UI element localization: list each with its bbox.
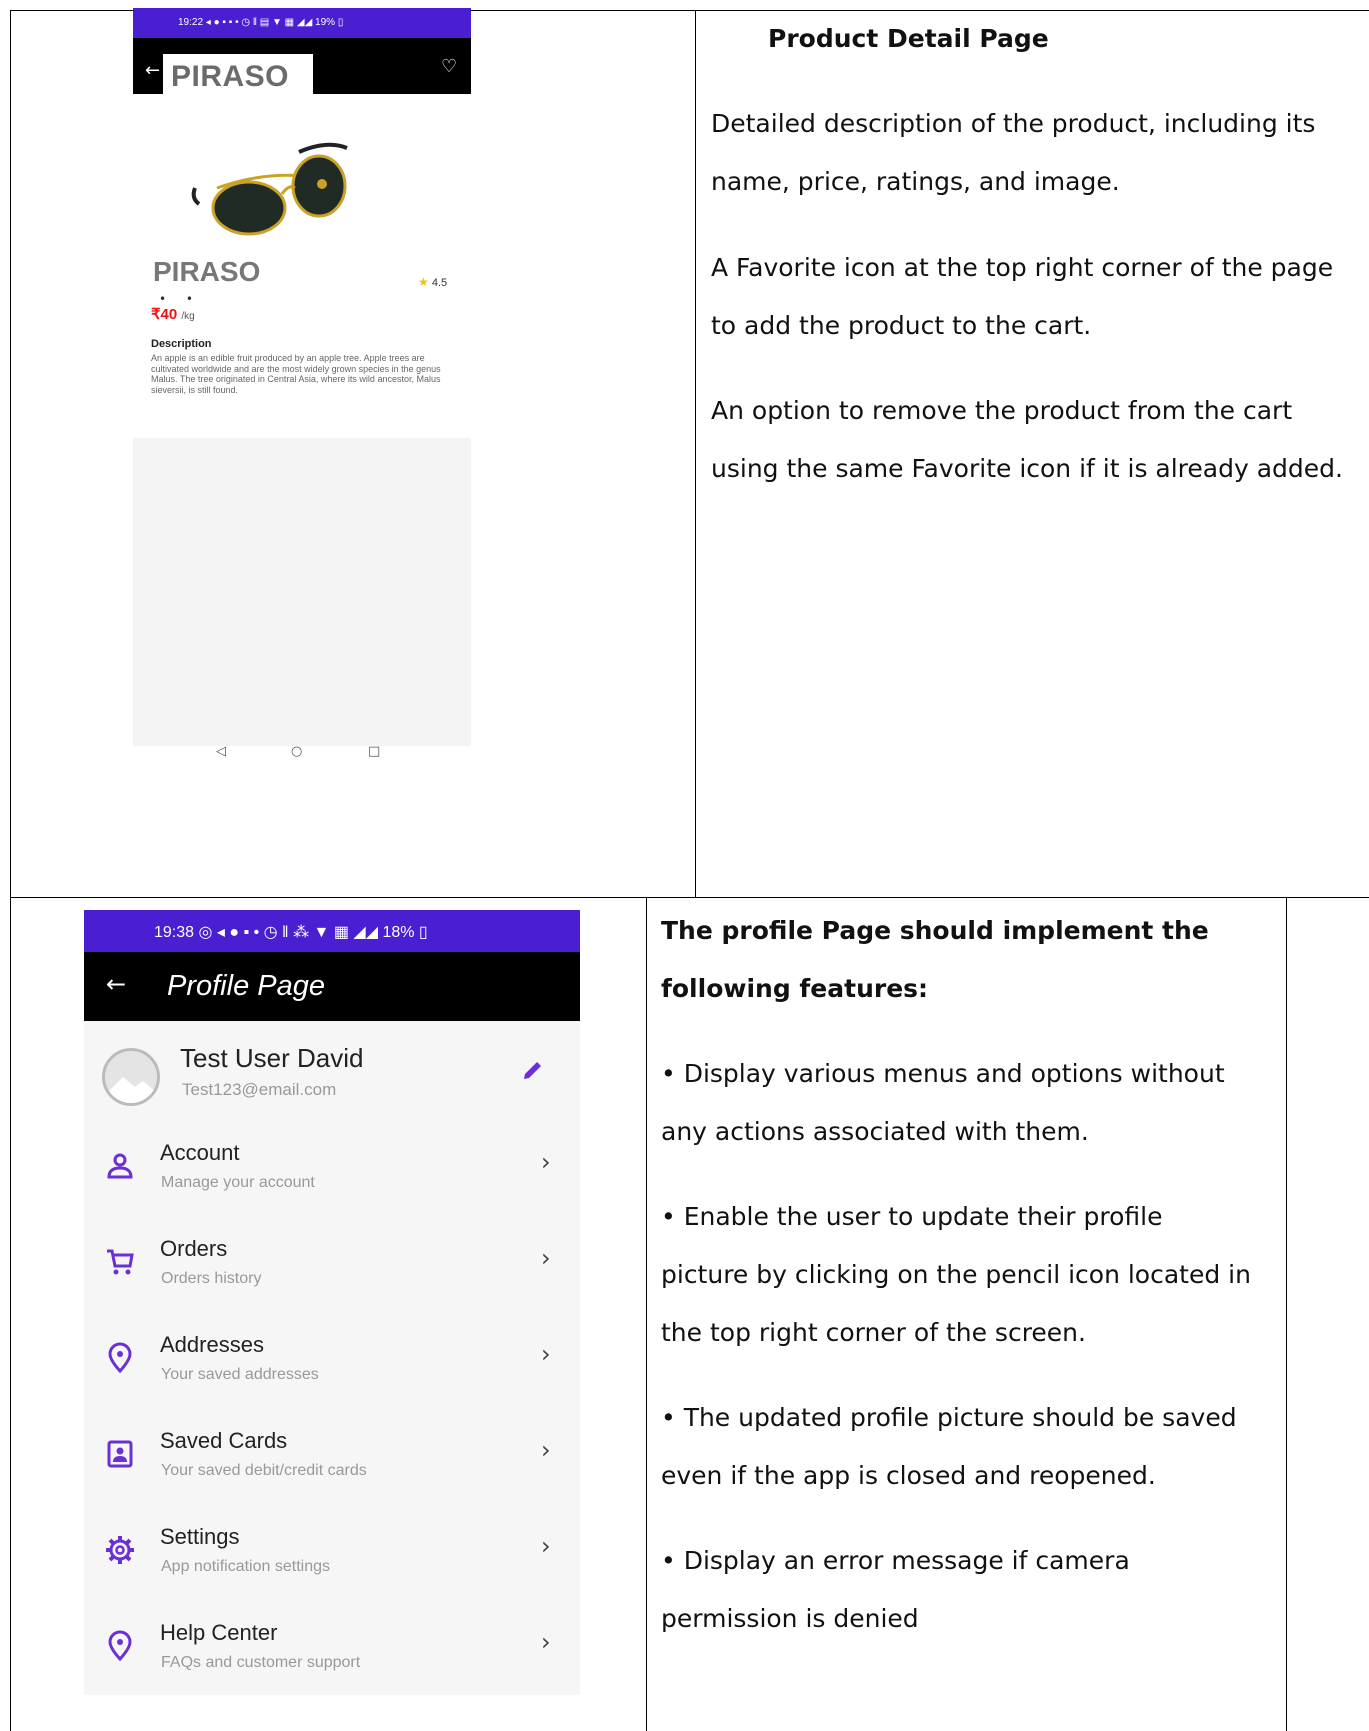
temple-left <box>191 187 201 206</box>
rating-value: 4.5 <box>431 277 448 289</box>
lens-left <box>211 180 287 236</box>
location-pin-icon <box>108 1630 132 1662</box>
status-bar: 19:22 ◂ ● ▪ ▪ • ◷ ‖ ▤ ▼ ▦ ◢◢ 19% ▯ <box>133 8 471 38</box>
menu-sublabel: App notification settings <box>161 1558 330 1575</box>
price-value: ₹40 <box>151 306 178 323</box>
menu-sublabel: Manage your account <box>161 1174 315 1191</box>
top-text-line-3: A Favorite icon at the top right corner … <box>711 253 1334 282</box>
app-bar: ← PIRASO ♡ <box>133 38 471 94</box>
page-title: Profile Page <box>167 970 325 1002</box>
bottom-text-line-4: any actions associated with them. <box>661 1117 1089 1146</box>
card-icon <box>107 1440 133 1468</box>
menu-item-addresses[interactable]: Addresses Your saved addresses › <box>84 1322 580 1418</box>
chevron-right-icon: › <box>541 1148 551 1176</box>
top-text-line-4: to add the product to the cart. <box>711 311 1092 340</box>
favorite-heart-icon[interactable]: ♡ <box>441 56 457 77</box>
menu-sublabel: Your saved addresses <box>161 1366 319 1383</box>
menu-label: Help Center <box>160 1620 278 1645</box>
cart-icon <box>107 1249 134 1275</box>
top-text-line-6: using the same Favorite icon if it is al… <box>711 454 1343 483</box>
nav-home-icon[interactable]: ○ <box>291 744 302 759</box>
top-text-line-5: An option to remove the product from the… <box>711 396 1293 425</box>
product-price: ₹40 /kg <box>151 305 195 323</box>
description-text: An apple is an edible fruit produced by … <box>151 353 441 395</box>
status-bar-text: 19:22 ◂ ● ▪ ▪ • ◷ ‖ ▤ ▼ ▦ ◢◢ 19% ▯ <box>178 17 344 28</box>
status-bar: 19:38 ◎ ◂ ● ▪ • ◷ ‖ ⁂ ▼ ▦ ◢◢ 18% ▯ <box>84 910 580 952</box>
menu-item-orders[interactable]: Orders Orders history › <box>84 1226 580 1322</box>
table-divider-bottom-right <box>1286 898 1287 1731</box>
menu-item-help-center[interactable]: Help Center FAQs and customer support › <box>84 1610 580 1706</box>
profile-page-screenshot: 19:38 ◎ ◂ ● ▪ • ◷ ‖ ⁂ ▼ ▦ ◢◢ 18% ▯ ← Pro… <box>84 910 580 1695</box>
table-divider-top-vertical <box>695 10 696 898</box>
top-text-line-1: Detailed description of the product, inc… <box>711 109 1316 138</box>
app-title: PIRASO <box>171 60 290 93</box>
bottom-text-line-11: permission is denied <box>661 1604 919 1633</box>
chevron-right-icon: › <box>541 1244 551 1272</box>
table-border-left <box>10 10 11 1731</box>
nav-back-icon[interactable]: ◁ <box>216 744 226 759</box>
price-unit: /kg <box>181 311 195 322</box>
menu-label: Saved Cards <box>160 1428 288 1453</box>
back-arrow-icon[interactable]: ← <box>145 60 160 81</box>
empty-content-area <box>133 438 471 746</box>
top-text-line-2: name, price, ratings, and image. <box>711 167 1120 196</box>
lens-logo <box>317 179 327 189</box>
gear-icon <box>106 1536 134 1564</box>
app-bar: ← Profile Page <box>84 952 580 1021</box>
user-email: Test123@email.com <box>182 1080 337 1099</box>
menu-label: Orders <box>160 1236 228 1261</box>
product-detail-heading: Product Detail Page <box>768 24 1049 53</box>
chevron-right-icon: › <box>541 1628 551 1656</box>
pencil-icon[interactable] <box>521 1058 545 1082</box>
table-divider-horizontal <box>10 897 1369 898</box>
profile-heading-line-2: following features: <box>661 974 929 1003</box>
menu-sublabel: FAQs and customer support <box>161 1654 361 1671</box>
product-name: PIRASO <box>153 256 261 287</box>
chevron-right-icon: › <box>541 1532 551 1560</box>
bottom-text-line-10: • Display an error message if camera <box>661 1546 1130 1575</box>
user-name: Test User David <box>180 1043 364 1073</box>
bottom-text-line-9: even if the app is closed and reopened. <box>661 1461 1156 1490</box>
bottom-text-line-6: picture by clicking on the pencil icon l… <box>661 1260 1251 1289</box>
star-icon: ★ <box>418 275 429 289</box>
android-nav-bar: ◁ ○ □ <box>208 744 408 766</box>
avatar-placeholder-icon <box>105 1051 157 1103</box>
status-bar-text: 19:38 ◎ ◂ ● ▪ • ◷ ‖ ⁂ ▼ ▦ ◢◢ 18% ▯ <box>154 924 428 941</box>
menu-label: Settings <box>160 1524 240 1549</box>
person-icon <box>107 1153 133 1179</box>
avatar[interactable] <box>102 1048 160 1106</box>
chevron-right-icon: › <box>541 1340 551 1368</box>
menu-item-account[interactable]: Account Manage your account › <box>84 1130 580 1226</box>
product-rating: ★ 4.5 <box>418 275 447 289</box>
menu-label: Addresses <box>160 1332 264 1357</box>
back-arrow-icon[interactable]: ← <box>106 970 126 998</box>
menu-sublabel: Orders history <box>161 1270 262 1287</box>
nav-recent-icon[interactable]: □ <box>368 744 380 759</box>
location-pin-icon <box>108 1342 132 1374</box>
bottom-text-line-8: • The updated profile picture should be … <box>661 1403 1237 1432</box>
bottom-text-line-5: • Enable the user to update their profil… <box>661 1202 1163 1231</box>
description-heading: Description <box>151 338 212 350</box>
temple-right <box>298 142 348 154</box>
profile-heading-line-1: The profile Page should implement the <box>661 916 1209 945</box>
image-pager-dots: • • <box>159 292 201 306</box>
menu-label: Account <box>160 1140 240 1165</box>
product-detail-screenshot: 19:22 ◂ ● ▪ ▪ • ◷ ‖ ▤ ▼ ▦ ◢◢ 19% ▯ ← PIR… <box>133 8 471 746</box>
table-divider-bottom-vertical <box>646 898 647 1731</box>
menu-item-saved-cards[interactable]: Saved Cards Your saved debit/credit card… <box>84 1418 580 1514</box>
bottom-text-line-3: • Display various menus and options with… <box>661 1059 1225 1088</box>
menu-item-settings[interactable]: Settings App notification settings › <box>84 1514 580 1610</box>
menu-sublabel: Your saved debit/credit cards <box>161 1462 367 1479</box>
product-sunglasses-image <box>191 142 348 236</box>
bottom-text-line-7: the top right corner of the screen. <box>661 1318 1086 1347</box>
chevron-right-icon: › <box>541 1436 551 1464</box>
